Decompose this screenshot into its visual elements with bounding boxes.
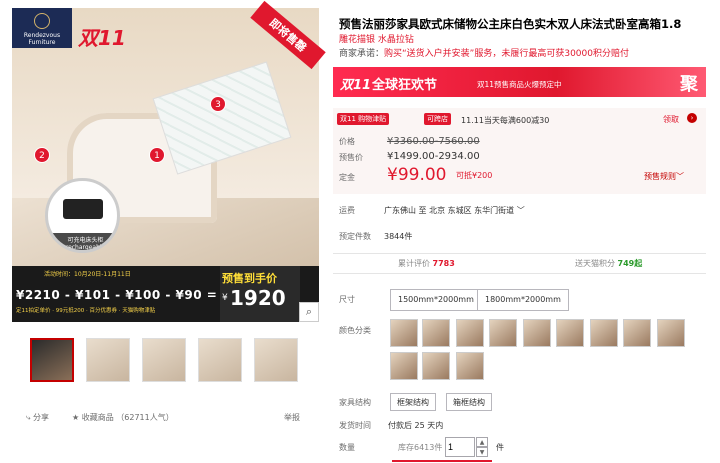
color-swatch[interactable] xyxy=(456,319,484,347)
original-price-label: 价格 xyxy=(339,137,355,146)
product-title: 预售法丽莎家具欧式床储物公主床白色实木双人床法式卧室高箱1.8 xyxy=(339,17,682,31)
thumbnail-4[interactable] xyxy=(198,338,242,382)
ship-time-label: 发货时间 xyxy=(339,421,371,430)
decrement-icon[interactable]: ▼ xyxy=(476,447,488,457)
quantity-label: 数量 xyxy=(339,443,355,452)
discount-notes: 定11拍定单价 · 99元抵200 · 百分优惠券 · 天猫购物津贴 xyxy=(16,308,156,314)
merchant-promise: 商家承诺：购买“送货入户并安装”服务，未履行最高可获30000积分赔付 xyxy=(339,49,629,59)
banner-double-11: 双11 xyxy=(340,78,372,93)
presale-price-label: 预售价 xyxy=(339,153,363,162)
star-icon: ★ xyxy=(72,413,82,422)
color-swatch[interactable] xyxy=(657,319,685,347)
ship-time-value: 付款后 25 天内 xyxy=(388,421,444,430)
shopping-allowance-tag: 双11 购物津贴 xyxy=(337,113,390,125)
feature-marker-1: 1 xyxy=(149,147,165,163)
final-price-label: 预售到手价 xyxy=(222,272,277,285)
banner-note: 双11预售商品火爆预定中 xyxy=(477,80,562,89)
deposit-label: 定金 xyxy=(339,173,355,182)
structure-label: 家具结构 xyxy=(339,398,371,407)
report-link[interactable]: 举报 xyxy=(284,412,300,423)
color-swatch[interactable] xyxy=(523,319,551,347)
color-swatch[interactable] xyxy=(422,319,450,347)
size-option-1500[interactable]: 1500mm*2000mm xyxy=(390,289,482,311)
final-price-currency: ¥ xyxy=(222,293,228,303)
tmall-points: 送天猫积分 749起 xyxy=(575,259,643,268)
presale-rules-link[interactable]: 预售规则﹀ xyxy=(644,171,684,182)
quantity-input[interactable] xyxy=(445,437,475,457)
brand-logo: Rendezvous Furniture xyxy=(12,8,72,48)
structure-option-box[interactable]: 箱框结构 xyxy=(446,393,492,411)
favorite-link[interactable]: ★ 收藏商品 （62711人气） xyxy=(72,412,174,423)
allowance-rule: 11.11当天每满600减30 xyxy=(461,116,550,125)
feature-marker-2: 2 xyxy=(34,147,50,163)
deposit-price: ¥99.00 xyxy=(387,165,447,185)
color-swatch[interactable] xyxy=(390,352,418,380)
thumbnail-strip xyxy=(30,338,298,382)
quantity-unit: 件 xyxy=(496,443,504,452)
increment-icon[interactable]: ▲ xyxy=(476,437,488,447)
size-option-1800[interactable]: 1800mm*2000mm xyxy=(477,289,569,311)
thumbnail-1[interactable] xyxy=(30,338,74,382)
final-price-value: 1920 xyxy=(230,286,286,310)
presold-label: 预定件数 xyxy=(339,232,371,241)
stock-count: 库存6413件 xyxy=(398,443,443,452)
event-date: 活动时间：10月20日-11月11日 xyxy=(44,271,131,278)
charger-callout: 可充电床头柜 rechargeable xyxy=(45,178,120,253)
shipping-route[interactable]: 广东佛山 至 北京 东城区 东华门街道 ﹀ xyxy=(384,205,525,216)
color-swatch[interactable] xyxy=(556,319,584,347)
price-calculation: ¥2210 - ¥101 - ¥100 - ¥90 = xyxy=(16,288,218,302)
product-subtitle: 雕花描银 水晶拉钻 xyxy=(339,35,414,45)
original-price: ¥3360.00-7560.00 xyxy=(387,136,480,147)
claim-link[interactable]: 领取 xyxy=(663,114,679,125)
thumbnail-5[interactable] xyxy=(254,338,298,382)
stats-bar xyxy=(333,253,706,274)
size-label: 尺寸 xyxy=(339,295,355,304)
cross-store-tag: 可跨店 xyxy=(424,113,451,125)
color-label: 颜色分类 xyxy=(339,326,371,335)
chevron-right-icon[interactable]: › xyxy=(687,113,697,123)
color-swatch[interactable] xyxy=(590,319,618,347)
color-swatch[interactable] xyxy=(623,319,651,347)
structure-option-frame[interactable]: 框架结构 xyxy=(390,393,436,411)
thumbnail-3[interactable] xyxy=(142,338,186,382)
color-swatch[interactable] xyxy=(456,352,484,380)
deposit-deduction: 可抵¥200 xyxy=(456,171,493,180)
color-swatch[interactable] xyxy=(390,319,418,347)
presold-count: 3844件 xyxy=(384,232,413,241)
share-link[interactable]: ⤷ 分享 xyxy=(26,412,49,423)
color-swatch[interactable] xyxy=(422,352,450,380)
feature-marker-3: 3 xyxy=(210,96,226,112)
shipping-label: 运费 xyxy=(339,206,355,215)
chevron-down-icon: ﹀ xyxy=(676,172,684,181)
presale-price: ¥1499.00-2934.00 xyxy=(387,151,480,162)
juhuasuan-icon: 聚 xyxy=(680,74,698,95)
share-icon: ⤷ xyxy=(26,413,34,422)
chevron-down-icon: ﹀ xyxy=(514,206,525,215)
charger-device xyxy=(63,199,103,219)
review-count[interactable]: 累计评价 7783 xyxy=(398,258,455,269)
quantity-underline xyxy=(392,460,492,462)
search-icon[interactable]: ⌕ xyxy=(299,302,319,322)
double-11-badge: 双11 xyxy=(78,26,126,50)
banner-title: 全球狂欢节 xyxy=(372,78,438,93)
thumbnail-2[interactable] xyxy=(86,338,130,382)
color-swatch[interactable] xyxy=(489,319,517,347)
